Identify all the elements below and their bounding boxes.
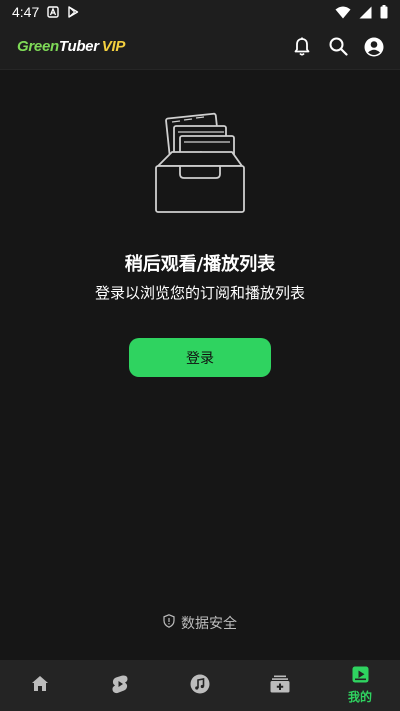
shield-icon xyxy=(163,614,175,632)
shorts-icon xyxy=(111,674,129,698)
wifi-icon xyxy=(335,6,351,19)
login-button[interactable]: 登录 xyxy=(129,338,271,377)
nav-item-home[interactable] xyxy=(0,660,80,711)
logo-vip-text: VIP xyxy=(101,38,126,55)
nav-label-library: 我的 xyxy=(347,690,372,704)
subscriptions-icon xyxy=(270,675,290,697)
signal-icon xyxy=(359,6,372,19)
a-notification-icon xyxy=(47,6,59,18)
logo-green-text: Green xyxy=(17,38,59,55)
bell-icon[interactable] xyxy=(292,37,312,57)
nav-item-shorts[interactable] xyxy=(80,660,160,711)
app-bar-actions xyxy=(292,37,384,57)
status-bar: 4:47 xyxy=(0,0,400,24)
main-content: 稍后观看/播放列表 登录以浏览您的订阅和播放列表 登录 数据安全 xyxy=(0,70,400,660)
empty-state-subtitle: 登录以浏览您的订阅和播放列表 xyxy=(94,284,305,302)
nav-item-subscriptions[interactable] xyxy=(240,660,320,711)
music-icon xyxy=(190,674,210,698)
data-safety-label: 数据安全 xyxy=(181,616,237,632)
app-bar: Green Tuber VIP xyxy=(0,24,400,70)
battery-icon xyxy=(380,5,388,19)
library-icon xyxy=(352,666,369,687)
status-left: 4:47 xyxy=(12,4,79,20)
app-logo: Green Tuber VIP xyxy=(17,38,125,55)
nav-item-music[interactable] xyxy=(160,660,240,711)
logo-tuber-text: Tuber xyxy=(58,38,99,55)
search-icon[interactable] xyxy=(328,37,348,57)
nav-item-library[interactable]: 我的 xyxy=(320,660,400,711)
account-icon[interactable] xyxy=(364,37,384,57)
empty-state-title: 稍后观看/播放列表 xyxy=(124,254,276,275)
home-icon xyxy=(31,675,49,696)
status-time: 4:47 xyxy=(12,4,40,20)
status-right xyxy=(335,5,388,19)
data-safety-link[interactable]: 数据安全 xyxy=(0,613,400,633)
playlist-box-illustration-icon xyxy=(152,112,248,216)
bottom-nav: 我的 xyxy=(0,660,400,711)
play-store-icon xyxy=(67,6,79,18)
